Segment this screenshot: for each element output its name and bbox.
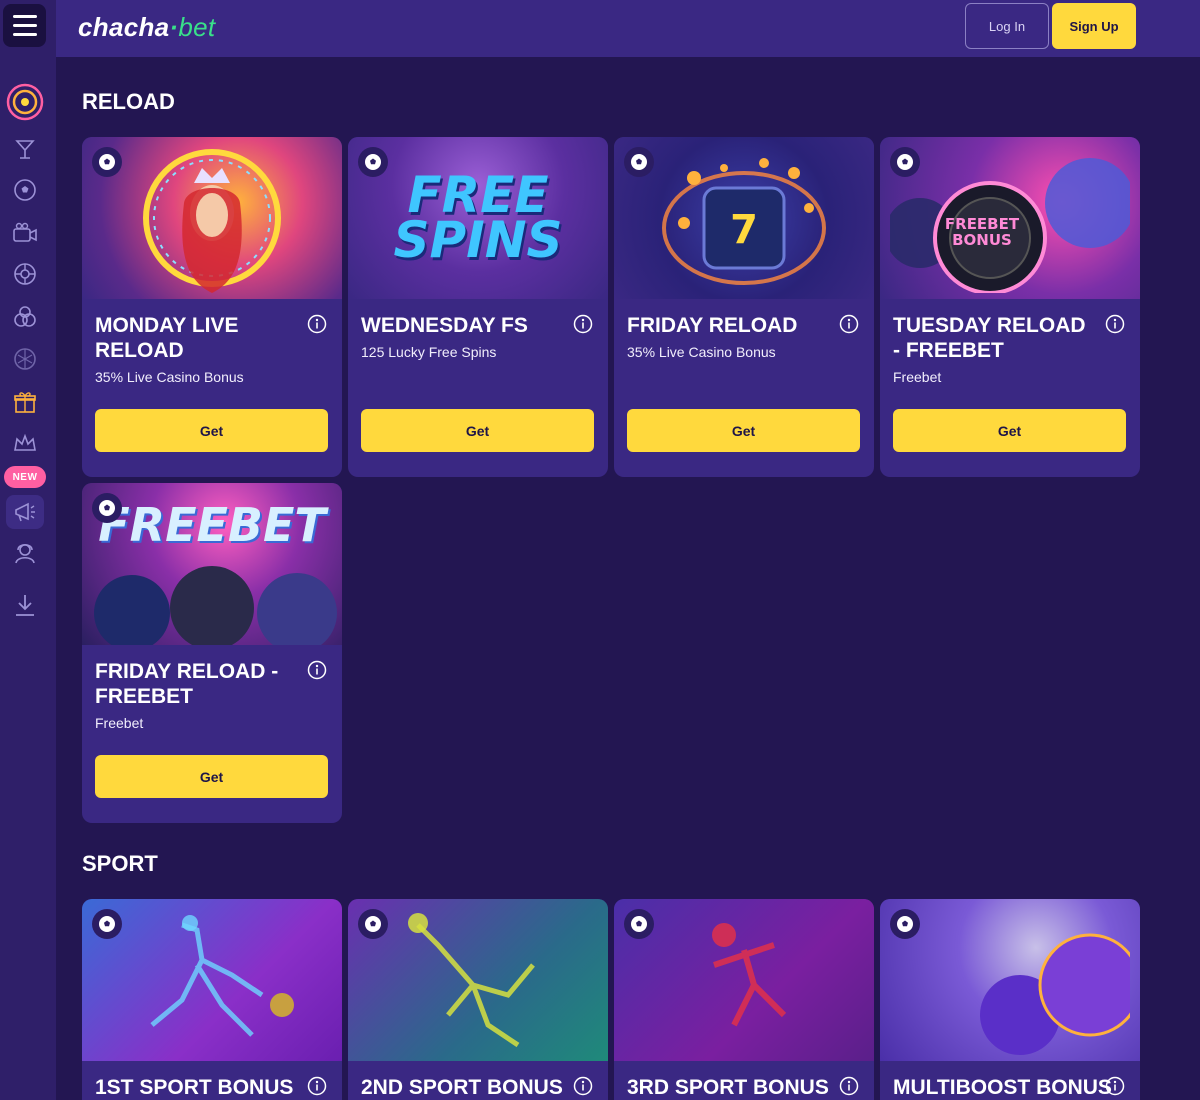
promo-card: 7 FRIDAY RELOAD 35% Live Casino Bonus Ge… (614, 137, 874, 477)
crown-icon[interactable] (10, 428, 40, 458)
get-button[interactable]: Get (361, 409, 594, 452)
card-subtitle: 125 Lucky Free Spins (361, 344, 497, 360)
card-subtitle: Freebet (893, 369, 942, 385)
info-icon[interactable] (573, 314, 593, 334)
card-subtitle: Freebet (95, 715, 144, 731)
promo-card: FREE SPINS WEDNESDAY FS 125 Lucky Free S… (348, 137, 608, 477)
freebet-chip-text: FREEBET BONUS (944, 215, 1020, 249)
promo-image (348, 899, 608, 1061)
signup-button[interactable]: Sign Up (1052, 3, 1136, 49)
card-body: MULTIBOOST BONUS (880, 1061, 1140, 1100)
promo-card: 1ST SPORT BONUS (82, 899, 342, 1100)
hamburger-menu-button[interactable] (3, 4, 46, 47)
card-title: 3RD SPORT BONUS (627, 1076, 829, 1099)
chachabet-logo[interactable]: chacha·bet (78, 12, 215, 43)
download-icon[interactable] (10, 590, 40, 620)
promo-image (82, 137, 342, 299)
info-icon[interactable] (839, 1076, 859, 1096)
gift-icon[interactable] (10, 387, 40, 417)
soccer-ball-alt-icon[interactable] (10, 344, 40, 374)
card-body: MONDAY LIVE RELOAD 35% Live Casino Bonus (82, 299, 342, 385)
promo-card: MONDAY LIVE RELOAD 35% Live Casino Bonus… (82, 137, 342, 477)
get-button[interactable]: Get (627, 409, 860, 452)
soccer-ball-icon (92, 147, 122, 177)
soccer-ball-icon (624, 909, 654, 939)
info-icon[interactable] (573, 1076, 593, 1096)
promo-card: 2ND SPORT BONUS (348, 899, 608, 1100)
cocktail-icon[interactable] (10, 134, 40, 164)
card-title: MONDAY LIVE RELOAD (95, 314, 239, 362)
new-badge: NEW (4, 466, 46, 488)
get-button[interactable]: Get (893, 409, 1126, 452)
info-icon[interactable] (839, 314, 859, 334)
sidebar: NEW (0, 0, 56, 1100)
promo-image (614, 899, 874, 1061)
free-spins-art-text: FREE SPINS (393, 166, 563, 269)
card-title: FRIDAY RELOAD - FREEBET (95, 660, 279, 708)
card-body: TUESDAY RELOAD - FREEBET Freebet (880, 299, 1140, 385)
promo-image (880, 899, 1140, 1061)
svg-text:7: 7 (730, 207, 758, 253)
top-header: chacha·bet Log In Sign Up (56, 0, 1200, 57)
soccer-ball-icon (358, 909, 388, 939)
logo-bet: bet (178, 12, 216, 42)
info-icon[interactable] (1105, 1076, 1125, 1096)
card-title: WEDNESDAY FS (361, 314, 528, 337)
promo-card: MULTIBOOST BONUS (880, 899, 1140, 1100)
get-button[interactable]: Get (95, 409, 328, 452)
login-button[interactable]: Log In (965, 3, 1049, 49)
live-camera-icon[interactable] (10, 219, 40, 249)
support-icon[interactable] (10, 538, 40, 568)
promo-card: 3RD SPORT BONUS (614, 899, 874, 1100)
hamburger-line (12, 33, 37, 36)
soccer-ball-icon (358, 147, 388, 177)
soccer-ball-icon (92, 909, 122, 939)
logo-main: chacha (78, 12, 170, 42)
soccer-ball-icon[interactable] (10, 175, 40, 205)
info-icon[interactable] (1105, 314, 1125, 334)
section-title-reload: RELOAD (82, 89, 175, 114)
info-icon[interactable] (307, 660, 327, 680)
promo-card: FREEBET BONUS TUESDAY RELOAD - FREEBET F… (880, 137, 1140, 477)
card-title: FRIDAY RELOAD (627, 314, 798, 337)
soccer-ball-icon (890, 909, 920, 939)
hamburger-line (12, 15, 37, 18)
card-body: FRIDAY RELOAD - FREEBET Freebet (82, 645, 342, 731)
card-title: 1ST SPORT BONUS (95, 1076, 294, 1099)
info-icon[interactable] (307, 1076, 327, 1096)
card-subtitle: 35% Live Casino Bonus (627, 344, 776, 360)
soccer-ball-icon (624, 147, 654, 177)
roulette-icon[interactable] (10, 259, 40, 289)
get-button[interactable]: Get (95, 755, 328, 798)
card-body: FRIDAY RELOAD 35% Live Casino Bonus (614, 299, 874, 360)
promo-image: FREEBET (82, 483, 342, 645)
promo-image: 7 (614, 137, 874, 299)
card-body: WEDNESDAY FS 125 Lucky Free Spins (348, 299, 608, 360)
promo-card: FREEBET FRIDAY RELOAD - FREEBET Freebet … (82, 483, 342, 823)
card-subtitle: 35% Live Casino Bonus (95, 369, 244, 385)
card-body: 1ST SPORT BONUS (82, 1061, 342, 1100)
cards-icon[interactable] (10, 302, 40, 332)
soccer-ball-icon (890, 147, 920, 177)
megaphone-icon[interactable] (6, 495, 44, 529)
section-title-sport: SPORT (82, 851, 158, 876)
card-title: TUESDAY RELOAD - FREEBET (893, 314, 1086, 362)
info-icon[interactable] (307, 314, 327, 334)
promo-image (82, 899, 342, 1061)
card-title: MULTIBOOST BONUS (893, 1076, 1112, 1099)
card-title: 2ND SPORT BONUS (361, 1076, 563, 1099)
hamburger-line (12, 24, 37, 27)
promo-image: FREE SPINS (348, 137, 608, 299)
card-body: 3RD SPORT BONUS (614, 1061, 874, 1100)
target-icon[interactable] (6, 83, 44, 121)
card-body: 2ND SPORT BONUS (348, 1061, 608, 1100)
soccer-ball-icon (92, 493, 122, 523)
promo-image: FREEBET BONUS (880, 137, 1140, 299)
